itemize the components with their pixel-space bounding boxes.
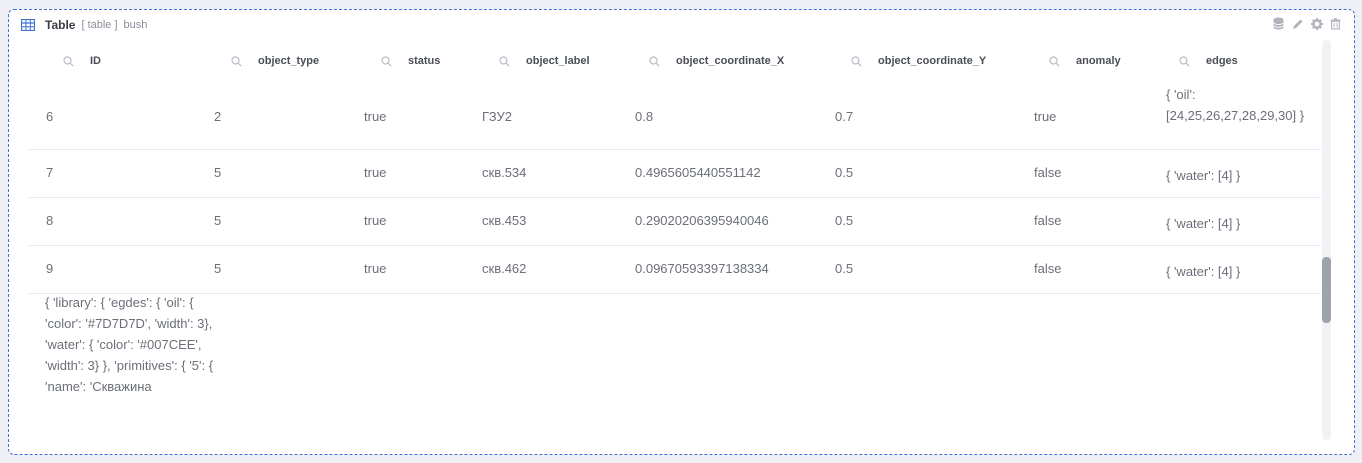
column-header-label: object_coordinate_X	[676, 55, 785, 67]
search-icon[interactable]	[499, 55, 510, 67]
column-header-object-label[interactable]: object_label	[499, 55, 590, 67]
cell-status: true	[364, 213, 387, 228]
database-icon[interactable]	[1272, 17, 1285, 30]
table-body: 6 2 true ГЗУ2 0.8 0.7 true { 'oil': [24,25,26,2…	[29, 86, 1321, 294]
column-header-object-coordinate-y[interactable]: object_coordinate_Y	[851, 55, 986, 67]
cell-object-type: 5	[214, 165, 222, 180]
table-row[interactable]: 8 5 true скв.453 0.29020206395940046 0.5 false…	[29, 198, 1321, 246]
table-scroll-area[interactable]: ID object_type status object_label object_co…	[29, 40, 1321, 448]
cell-object-label: скв.462	[482, 261, 527, 276]
column-header-label: object_coordinate_Y	[878, 55, 987, 67]
column-header-label: object_label	[526, 55, 590, 67]
column-header-id[interactable]: ID	[63, 55, 101, 67]
cell-object-label: ГЗУ2	[482, 109, 512, 124]
pencil-icon[interactable]	[1291, 17, 1304, 30]
trash-icon[interactable]	[1329, 17, 1342, 30]
table-panel: Table [ table ] bush ID object_type stat…	[8, 9, 1355, 455]
panel-header: Table [ table ] bush	[21, 16, 147, 34]
gear-icon[interactable]	[1310, 17, 1323, 30]
cell-edges: { 'oil': [24,25,26,27,28,29,30] }	[1166, 87, 1305, 123]
panel-type-tag: [ table ]	[81, 19, 118, 31]
cell-id: 8	[46, 213, 54, 228]
column-header-edges[interactable]: edges	[1179, 55, 1238, 67]
scrollbar-thumb[interactable]	[1322, 257, 1331, 323]
cell-object-label: скв.453	[482, 213, 527, 228]
library-config-text: { 'library': { 'egdes': { 'oil': { 'colo…	[45, 295, 214, 394]
table-icon	[21, 19, 35, 31]
table-header-row: ID object_type status object_label object_co…	[29, 40, 1321, 86]
cell-object-type: 5	[214, 213, 222, 228]
cell-object-type: 2	[214, 109, 222, 124]
panel-name: bush	[123, 19, 148, 31]
table-row[interactable]: 7 5 true скв.534 0.4965605440551142 0.5 false {…	[29, 150, 1321, 198]
cell-status: true	[364, 165, 387, 180]
search-icon[interactable]	[1049, 55, 1060, 67]
cell-y: 0.5	[835, 213, 854, 228]
search-icon[interactable]	[231, 55, 242, 67]
cell-anomaly: false	[1034, 261, 1062, 276]
cell-y: 0.5	[835, 165, 854, 180]
cell-id: 7	[46, 165, 54, 180]
search-icon[interactable]	[649, 55, 660, 67]
search-icon[interactable]	[381, 55, 392, 67]
panel-toolbar	[1272, 17, 1342, 30]
cell-anomaly: true	[1034, 109, 1057, 124]
search-icon[interactable]	[1179, 55, 1190, 67]
cell-anomaly: false	[1034, 213, 1062, 228]
column-header-label: status	[408, 55, 441, 67]
cell-status: true	[364, 109, 387, 124]
column-header-label: anomaly	[1076, 55, 1121, 67]
column-header-label: object_type	[258, 55, 320, 67]
column-header-object-type[interactable]: object_type	[231, 55, 319, 67]
cell-edges: { 'water': [4] }	[1166, 168, 1241, 183]
column-header-object-coordinate-x[interactable]: object_coordinate_X	[649, 55, 784, 67]
cell-object-type: 5	[214, 261, 222, 276]
cell-edges: { 'water': [4] }	[1166, 216, 1241, 231]
table-row[interactable]: 9 5 true скв.462 0.09670593397138334 0.5 false…	[29, 246, 1321, 294]
cell-x: 0.8	[635, 109, 654, 124]
search-icon[interactable]	[851, 55, 862, 67]
cell-x: 0.29020206395940046	[635, 213, 769, 228]
search-icon[interactable]	[63, 55, 74, 67]
column-header-label: edges	[1206, 55, 1238, 67]
cell-edges: { 'water': [4] }	[1166, 264, 1241, 279]
cell-object-label: скв.534	[482, 165, 527, 180]
cell-id: 9	[46, 261, 54, 276]
vertical-scrollbar[interactable]	[1322, 40, 1331, 440]
cell-status: true	[364, 261, 387, 276]
cell-y: 0.7	[835, 109, 854, 124]
panel-title: Table	[45, 18, 76, 32]
column-header-status[interactable]: status	[381, 55, 440, 67]
cell-x: 0.4965605440551142	[635, 165, 761, 180]
cell-x: 0.09670593397138334	[635, 261, 769, 276]
table-row[interactable]: 6 2 true ГЗУ2 0.8 0.7 true { 'oil': [24,25,26,2…	[29, 86, 1321, 150]
cell-y: 0.5	[835, 261, 854, 276]
cell-id: 6	[46, 109, 54, 124]
column-header-label: ID	[90, 55, 101, 67]
column-header-anomaly[interactable]: anomaly	[1049, 55, 1121, 67]
cell-anomaly: false	[1034, 165, 1062, 180]
